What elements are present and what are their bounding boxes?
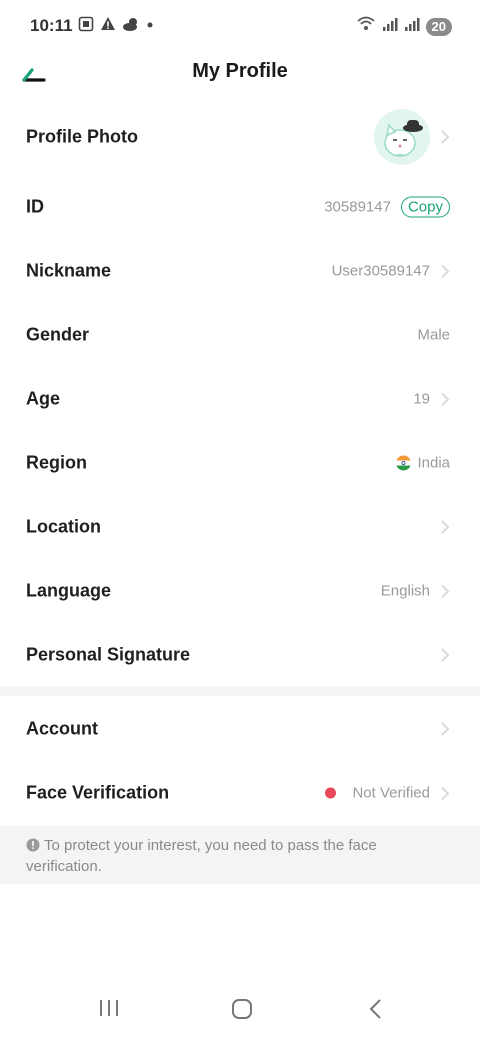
header: My Profile [0,52,480,92]
system-nav-bar [0,980,480,1041]
info-icon [26,838,40,857]
copy-button[interactable]: Copy [400,196,450,218]
avatar[interactable] [374,109,430,165]
dot-icon [146,16,154,37]
chevron-right-icon [440,264,450,278]
row-account[interactable]: Account [0,697,480,761]
home-icon[interactable] [231,998,253,1025]
chevron-right-icon [440,130,450,144]
recent-apps-icon[interactable] [98,998,120,1023]
age-value: 19 [413,390,430,408]
weather-icon [122,16,140,37]
language-value: English [380,582,430,600]
chevron-right-icon [440,584,450,598]
row-region: Region India [0,431,480,495]
row-gender: Gender Male [0,303,480,367]
screenshot-icon [78,16,94,37]
row-label: Profile Photo [26,126,138,147]
verification-status: Not Verified [352,784,430,802]
notice-text: To protect your interest, you need to pa… [26,837,377,875]
back-nav-icon[interactable] [368,998,384,1025]
system-status: 20 [356,16,452,37]
status-time: 10:11 [30,16,73,35]
warning-icon [100,16,116,37]
notification-icons [78,16,154,37]
row-label: Account [26,718,98,739]
row-label: Age [26,388,61,409]
battery-indicator: 20 [425,17,452,36]
row-label: Region [26,452,87,473]
wifi-icon [356,16,376,37]
chevron-right-icon [440,786,450,800]
chevron-right-icon [440,520,450,534]
row-label: Nickname [26,260,112,281]
row-age[interactable]: Age 19 [0,367,480,431]
section-divider [0,686,480,696]
row-label: ID [26,196,44,217]
row-profile-photo[interactable]: Profile Photo [0,104,480,170]
chevron-right-icon [440,392,450,406]
id-value: 30589147 [324,198,391,216]
row-face-verification[interactable]: Face Verification Not Verified [0,761,480,825]
row-id: ID 30589147 Copy [0,175,480,239]
status-bar: 10:11 20 [0,0,480,52]
status-dot [325,787,337,799]
nickname-value: User30589147 [331,262,430,280]
row-label: Language [26,580,112,601]
row-nickname[interactable]: Nickname User30589147 [0,239,480,303]
page-title: My Profile [192,60,288,82]
row-label: Gender [26,324,90,345]
row-location[interactable]: Location [0,495,480,559]
india-flag-icon [396,455,412,471]
row-label: Face Verification [26,782,170,803]
verification-notice: To protect your interest, you need to pa… [0,826,480,884]
signal-icon [382,16,398,37]
chevron-right-icon [440,722,450,736]
chevron-right-icon [440,648,450,662]
row-language[interactable]: Language English [0,559,480,623]
row-label: Personal Signature [26,644,191,665]
region-value: India [417,454,450,472]
gender-value: Male [417,326,450,344]
signal-icon-2 [404,16,420,37]
row-personal-signature[interactable]: Personal Signature [0,623,480,687]
row-label: Location [26,516,101,537]
